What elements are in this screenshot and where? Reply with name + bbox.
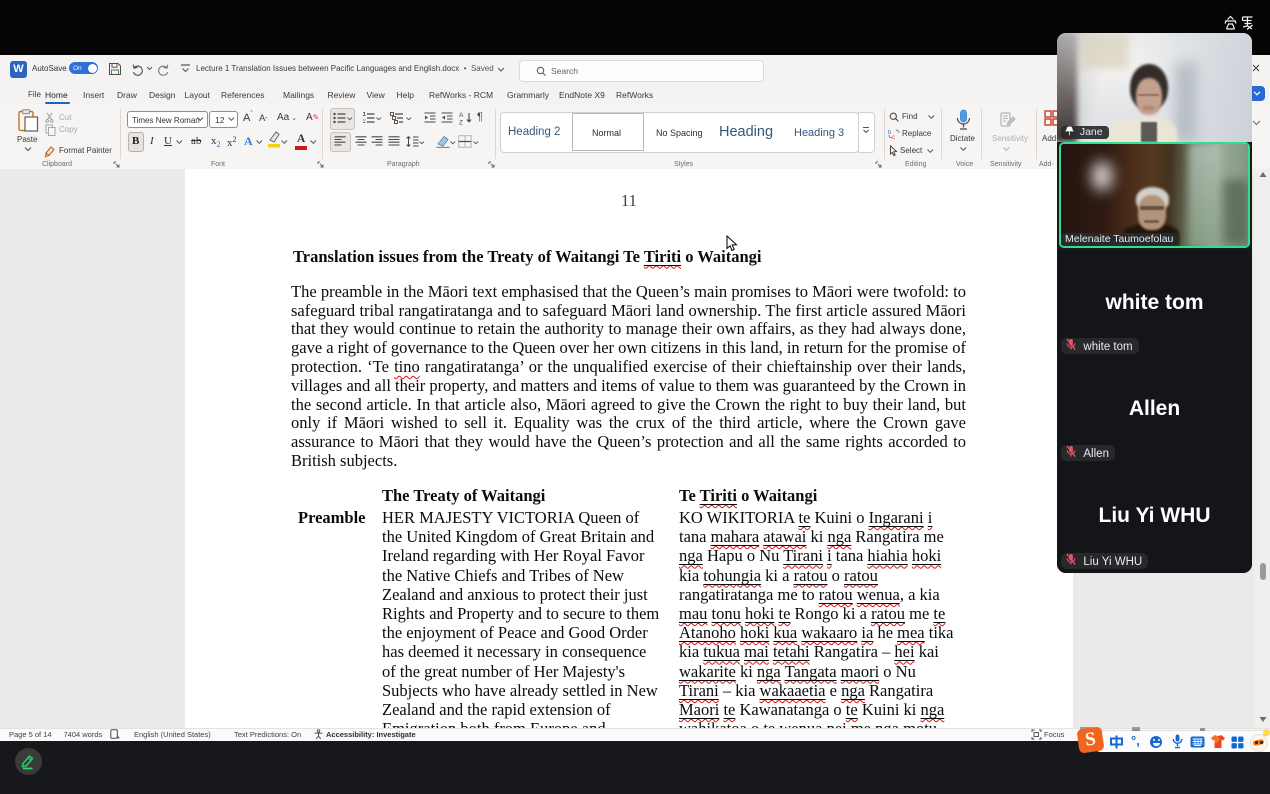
svg-text:c: c xyxy=(892,135,895,140)
svg-text:A: A xyxy=(459,112,464,119)
svg-text:Z: Z xyxy=(459,120,463,126)
